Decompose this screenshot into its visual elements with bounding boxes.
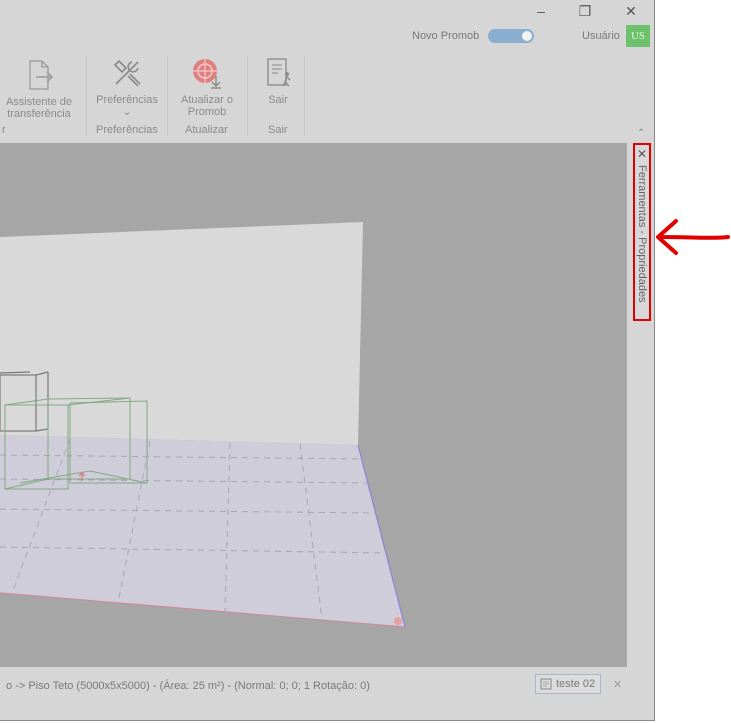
scene-canvas — [0, 222, 406, 628]
update-icon — [193, 59, 221, 89]
status-text: o -> Piso Teto (5000x5x5000) - (Área: 25… — [6, 680, 370, 692]
update-promob-button[interactable]: Atualizar o Promob — [172, 56, 242, 118]
close-document-icon[interactable]: ✕ — [613, 678, 622, 691]
restore-icon: ❐ — [578, 2, 592, 19]
user-label: Usuário — [582, 30, 620, 42]
update-group-label: Atualizar — [185, 124, 228, 136]
toggle-knob — [522, 31, 532, 41]
pin-icon[interactable]: ✕ — [637, 147, 647, 161]
exit-label: Sair — [268, 94, 288, 106]
minimize-icon: – — [537, 3, 545, 19]
corner-marker — [394, 617, 402, 625]
document-tab-label: teste 02 — [556, 678, 596, 690]
exit-button[interactable]: Sair — [256, 56, 300, 106]
annotation-arrow-icon — [656, 219, 730, 255]
restore-button[interactable]: ❐ — [565, 0, 605, 22]
preferences-button[interactable]: Preferências ⌄ — [92, 56, 162, 118]
close-icon: ✕ — [625, 2, 637, 19]
promob-window: – ❐ ✕ Novo Promob Usuário US Assistente … — [0, 0, 655, 721]
tools-properties-panel-tab[interactable]: ✕ Ferramentas - Propriedades — [633, 143, 651, 321]
transfer-assistant-button[interactable]: Assistente de transferência — [2, 58, 76, 120]
update-label-line2: Promob — [187, 106, 227, 118]
ribbon-separator — [167, 56, 168, 136]
3d-viewport[interactable] — [0, 143, 627, 667]
tools-properties-label: Ferramentas - Propriedades — [636, 165, 648, 303]
exit-group-label: Sair — [268, 124, 288, 136]
exit-icon — [267, 58, 291, 87]
new-promob-label: Novo Promob — [412, 30, 480, 42]
transfer-label-line1: Assistente de — [5, 96, 73, 108]
tools-icon — [113, 59, 141, 87]
collapse-ribbon-icon[interactable]: ⌃ — [637, 128, 645, 139]
ribbon-separator — [247, 56, 248, 136]
ribbon-separator — [86, 56, 87, 136]
ribbon-separator — [304, 56, 305, 136]
minimize-button[interactable]: – — [521, 0, 561, 22]
preferences-label: Preferências — [96, 94, 158, 106]
back-wall — [0, 222, 363, 445]
user-avatar[interactable]: US — [626, 25, 650, 47]
close-window-button[interactable]: ✕ — [611, 0, 651, 22]
transfer-label-line2: transferência — [7, 108, 71, 120]
title-bar: – ❐ ✕ — [0, 0, 654, 24]
transfer-icon — [29, 60, 54, 90]
preferences-group-label: Preferências — [96, 124, 158, 136]
truncated-group-label: r — [2, 124, 6, 136]
update-label-line1: Atualizar o — [181, 94, 233, 106]
document-icon — [540, 678, 552, 690]
chevron-down-icon: ⌄ — [122, 106, 132, 118]
new-promob-toggle[interactable] — [488, 29, 534, 43]
document-tab[interactable]: teste 02 — [535, 674, 601, 694]
